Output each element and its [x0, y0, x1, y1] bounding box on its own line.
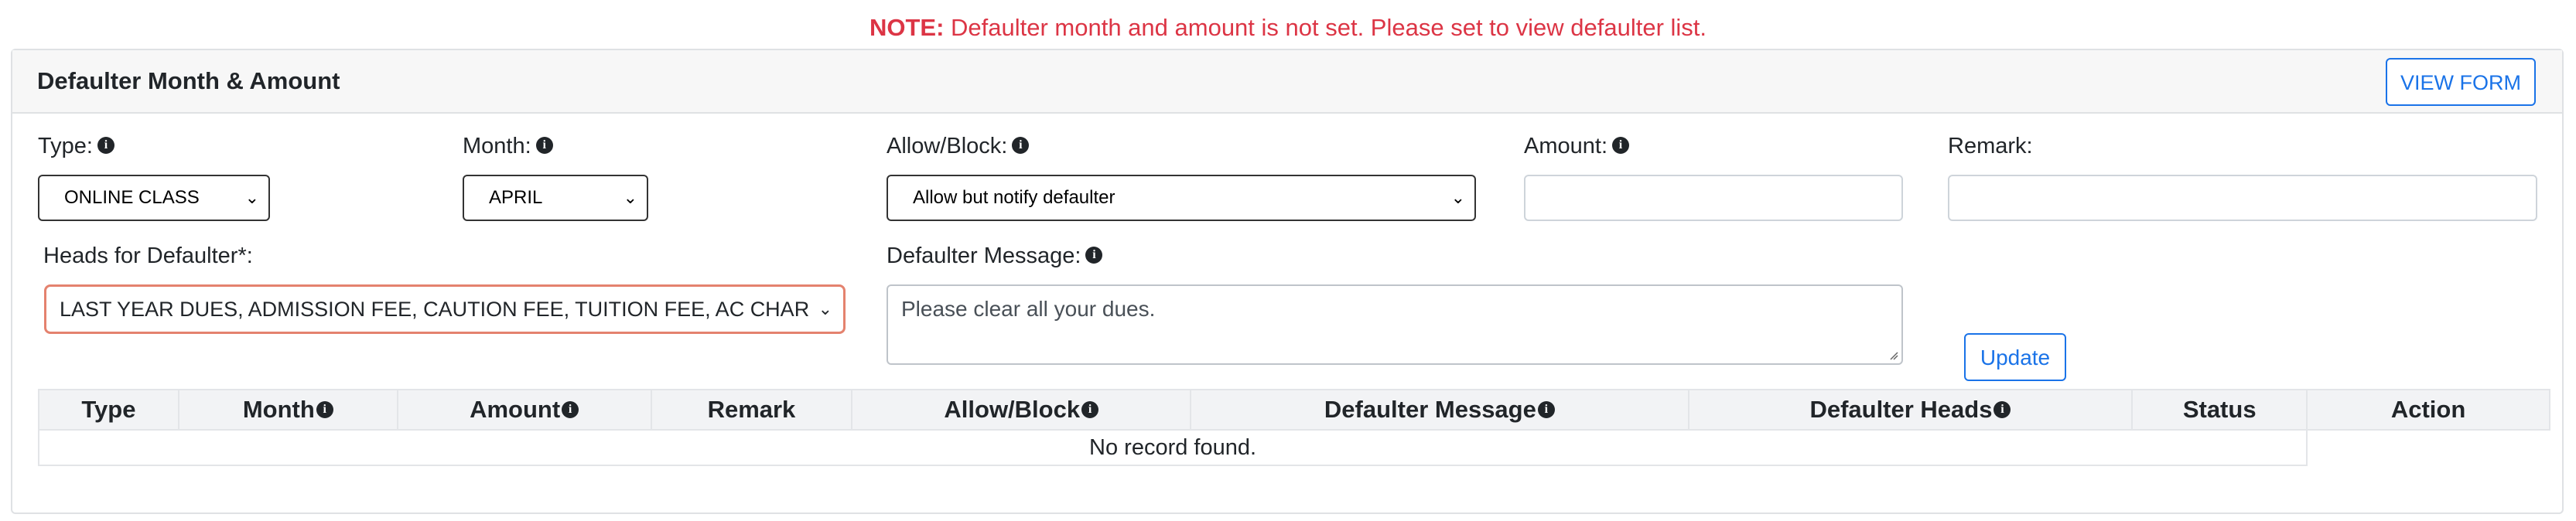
- col-amount: Amount i: [396, 389, 652, 431]
- heads-label: Heads for Defaulter*:: [43, 243, 253, 268]
- info-icon[interactable]: i: [1537, 400, 1555, 418]
- col-action-label: Action: [2390, 396, 2466, 423]
- defaulter-note: NOTE: Defaulter month and amount is not …: [0, 14, 2576, 42]
- type-label-text: Type:: [38, 134, 93, 158]
- info-icon[interactable]: i: [1012, 137, 1030, 155]
- info-icon[interactable]: i: [1081, 400, 1099, 418]
- info-icon[interactable]: i: [1612, 137, 1629, 155]
- defaulter-table: Type Month i Amount i Remark Allow/Block i …: [37, 389, 2550, 466]
- col-month: Month i: [177, 389, 398, 431]
- allow-block-label: Allow/Block: i: [887, 134, 1030, 159]
- info-icon[interactable]: i: [535, 137, 553, 155]
- update-button[interactable]: Update: [1964, 333, 2066, 381]
- remark-input[interactable]: [1948, 175, 2537, 221]
- col-defaulter-heads-label: Defaulter Heads: [1809, 396, 1993, 423]
- col-status: Status: [2131, 389, 2308, 431]
- col-type: Type: [38, 389, 179, 431]
- allow-block-select[interactable]: Allow but notify defaulter ⌄: [887, 175, 1476, 221]
- col-month-label: Month: [242, 396, 315, 423]
- note-prefix: NOTE:: [869, 14, 945, 41]
- col-action: Action: [2306, 389, 2550, 431]
- allow-block-select-value: Allow but notify defaulter: [913, 187, 1115, 208]
- col-type-label: Type: [81, 396, 136, 423]
- note-message: Defaulter month and amount is not set. P…: [944, 14, 1707, 41]
- chevron-down-icon: ⌄: [1450, 188, 1465, 207]
- chevron-down-icon: ⌄: [244, 188, 259, 207]
- defaulter-card: Defaulter Month & Amount VIEW FORM Type:…: [11, 49, 2564, 514]
- info-icon[interactable]: i: [316, 400, 333, 418]
- resize-grip-icon[interactable]: [1889, 351, 1898, 360]
- allow-block-label-text: Allow/Block:: [887, 134, 1008, 158]
- month-label-text: Month:: [463, 134, 531, 158]
- info-icon[interactable]: i: [1993, 400, 2011, 418]
- type-select-value: ONLINE CLASS: [64, 187, 200, 208]
- message-label: Defaulter Message: i: [887, 243, 1103, 269]
- heads-select-value: LAST YEAR DUES, ADMISSION FEE, CAUTION F…: [60, 298, 810, 321]
- col-defaulter-message-label: Defaulter Message: [1324, 396, 1536, 423]
- month-select-value: APRIL: [489, 187, 543, 208]
- chevron-down-icon: ⌄: [623, 188, 637, 207]
- table-header-row: Type Month i Amount i Remark Allow/Block i …: [38, 389, 2550, 431]
- col-defaulter-message: Defaulter Message i: [1190, 389, 1689, 431]
- col-remark: Remark: [650, 389, 853, 431]
- month-select[interactable]: APRIL ⌄: [463, 175, 648, 221]
- message-label-text: Defaulter Message:: [887, 243, 1081, 268]
- remark-label: Remark:: [1948, 134, 2033, 158]
- type-label: Type: i: [38, 134, 114, 159]
- col-allow-block: Allow/Block i: [851, 389, 1192, 431]
- message-textarea[interactable]: Please clear all your dues.: [887, 284, 1903, 365]
- type-select[interactable]: ONLINE CLASS ⌄: [38, 175, 270, 221]
- month-label: Month: i: [463, 134, 553, 159]
- col-amount-label: Amount: [470, 396, 561, 423]
- view-form-button[interactable]: VIEW FORM: [2386, 58, 2536, 106]
- amount-input[interactable]: [1524, 175, 1903, 221]
- amount-label-text: Amount:: [1524, 134, 1607, 158]
- info-icon[interactable]: i: [562, 400, 579, 418]
- col-remark-label: Remark: [707, 396, 796, 423]
- col-status-label: Status: [2182, 396, 2257, 423]
- empty-table-message: No record found.: [37, 429, 2308, 466]
- card-header: Defaulter Month & Amount VIEW FORM: [12, 50, 2562, 114]
- message-textarea-value: Please clear all your dues.: [901, 297, 1156, 321]
- empty-action-cell: [2306, 430, 2550, 465]
- card-title: Defaulter Month & Amount: [37, 67, 340, 94]
- table-row: No record found.: [37, 429, 2550, 466]
- col-defaulter-heads: Defaulter Heads i: [1687, 389, 2134, 431]
- amount-label: Amount: i: [1524, 134, 1629, 159]
- heads-select[interactable]: LAST YEAR DUES, ADMISSION FEE, CAUTION F…: [44, 284, 846, 334]
- info-icon[interactable]: i: [97, 137, 114, 155]
- col-allow-block-label: Allow/Block: [944, 396, 1081, 423]
- info-icon[interactable]: i: [1085, 247, 1103, 264]
- chevron-down-icon: ⌄: [818, 287, 832, 332]
